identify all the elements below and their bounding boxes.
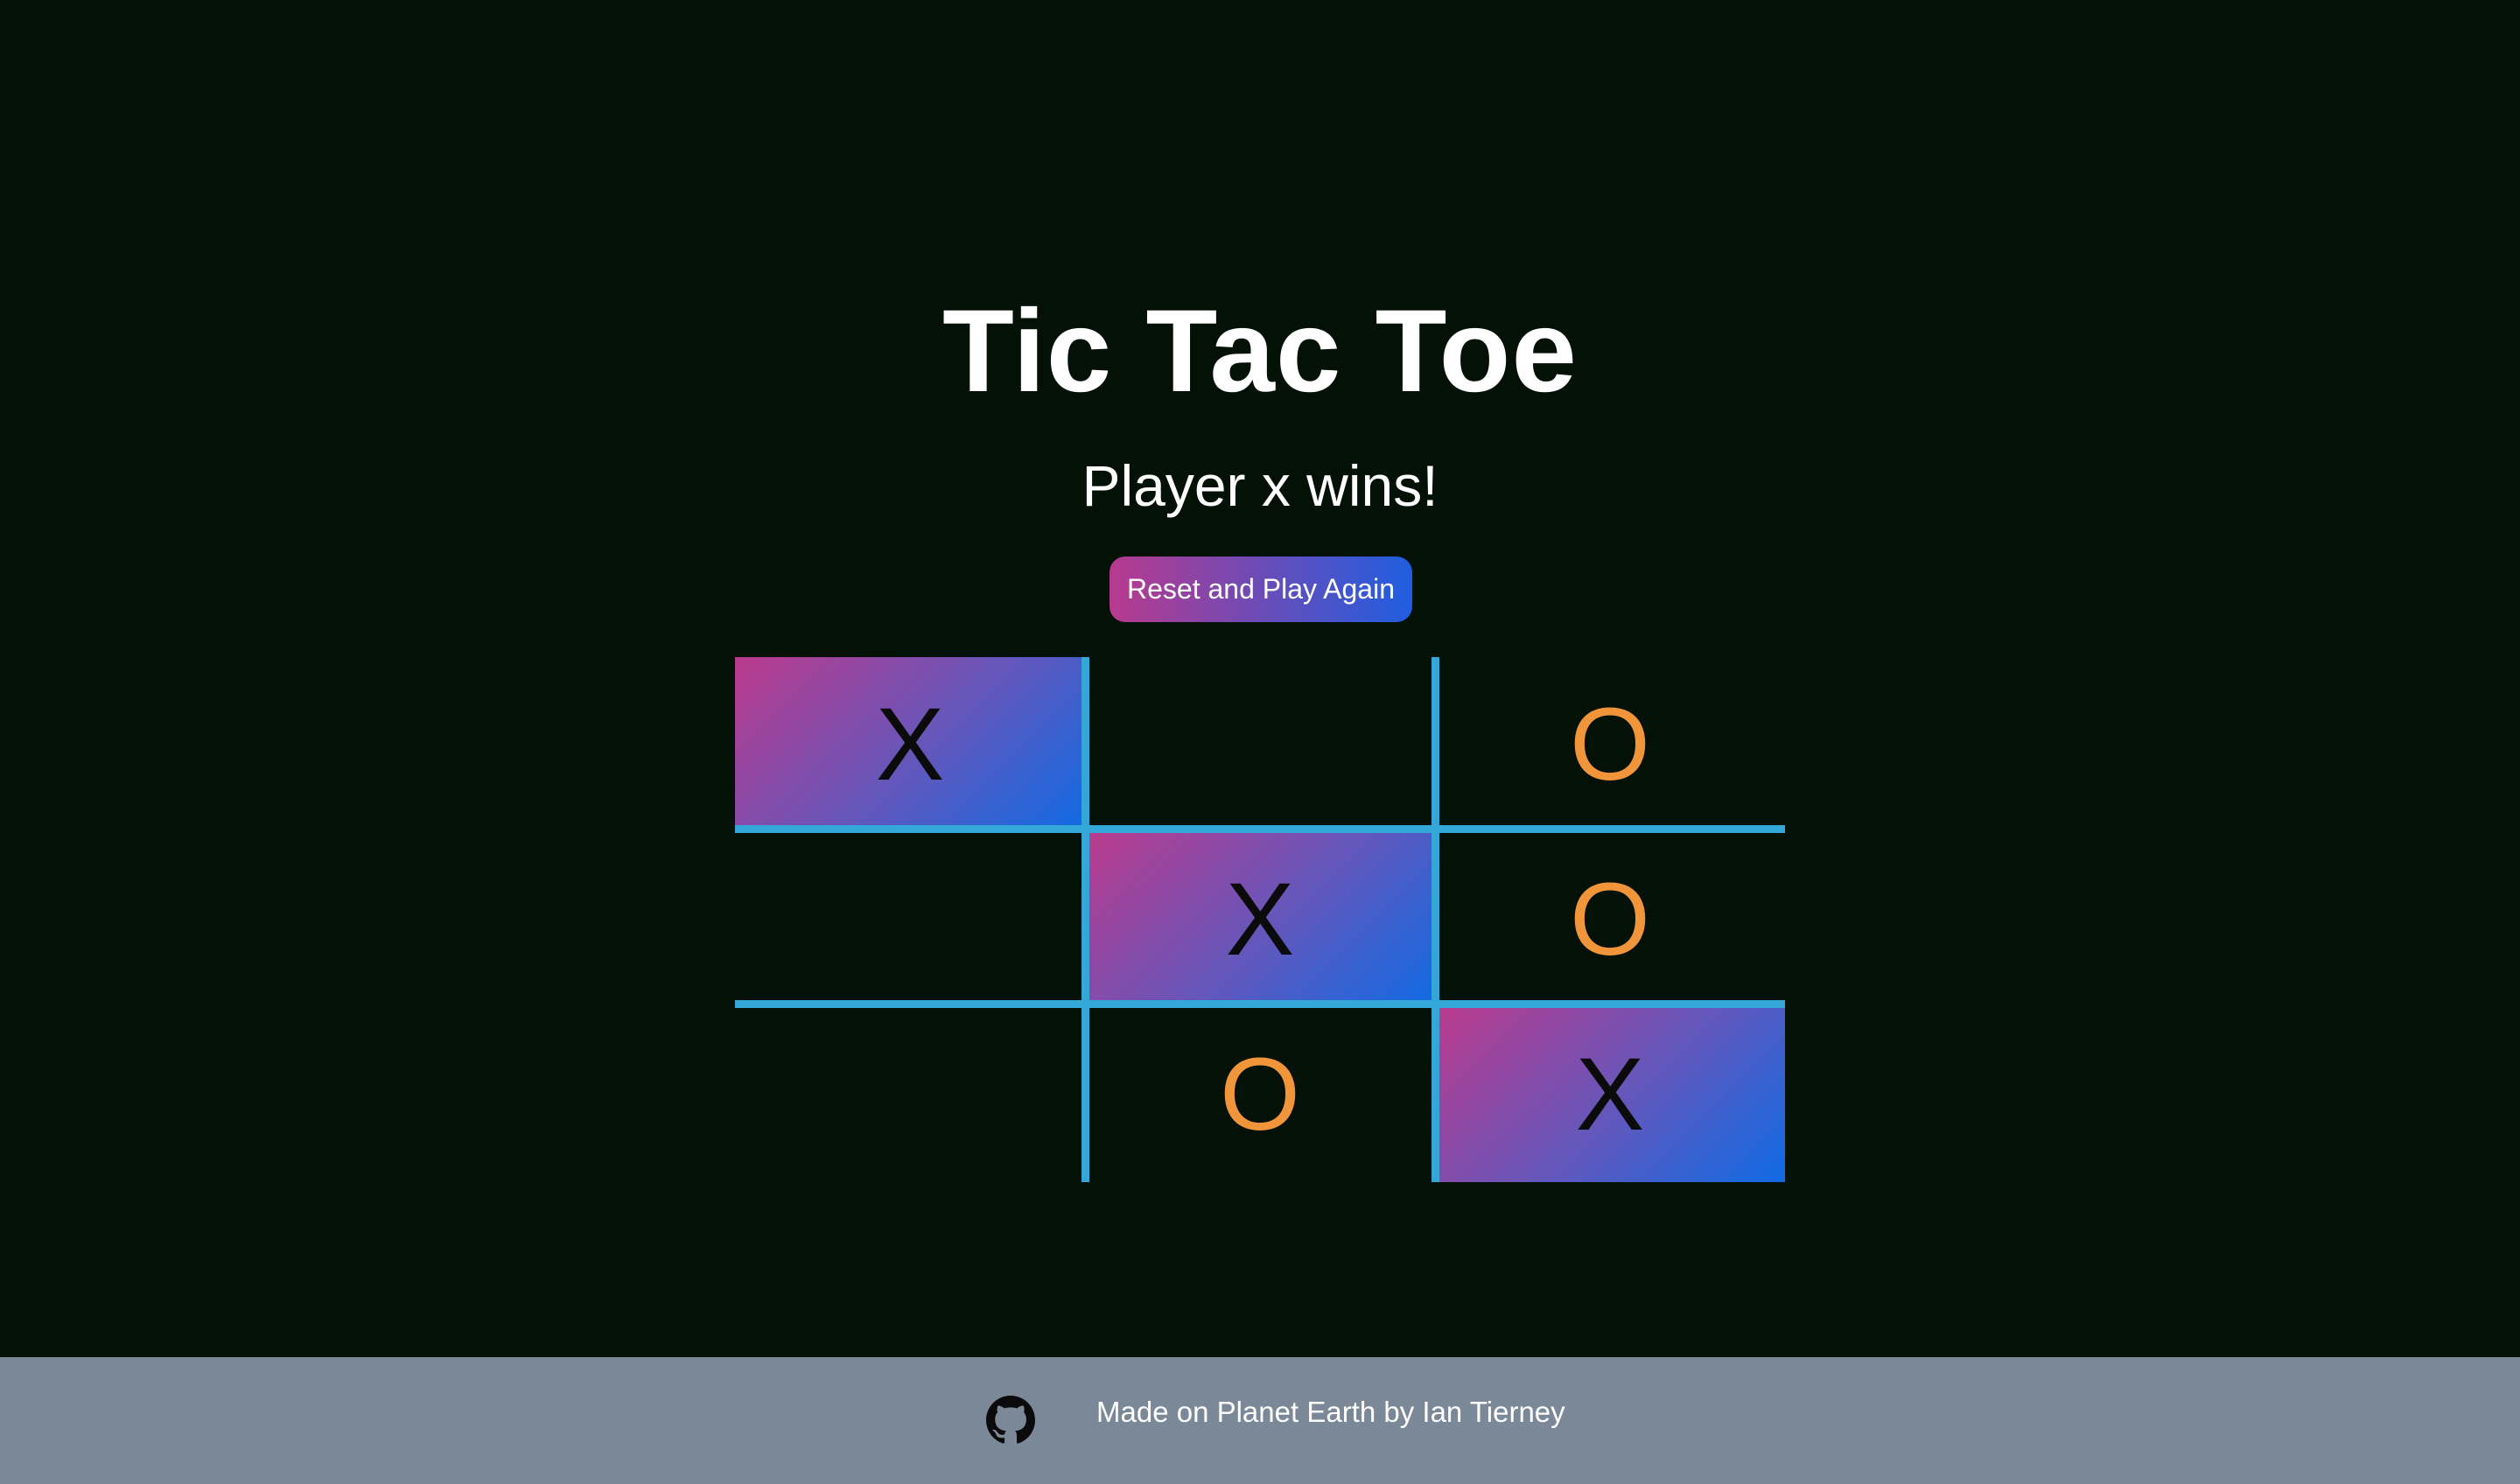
- game-board: X O X O O X: [735, 657, 1785, 1182]
- github-icon[interactable]: [986, 1396, 1035, 1445]
- cell-mark: X: [1575, 1037, 1645, 1152]
- cell-mark: O: [1570, 862, 1650, 977]
- grid-line: [735, 1000, 1785, 1008]
- grid-line: [735, 825, 1785, 833]
- grid-line: [1432, 657, 1439, 832]
- reset-button[interactable]: Reset and Play Again: [1110, 556, 1412, 622]
- board-cell-5[interactable]: X: [1085, 832, 1435, 1007]
- board-cell-1[interactable]: X: [735, 657, 1085, 832]
- grid-line: [1082, 1000, 1089, 1182]
- cell-mark: X: [1225, 862, 1295, 977]
- grid-line: [1432, 1000, 1439, 1182]
- cell-mark: O: [1220, 1037, 1300, 1152]
- board-cell-8[interactable]: O: [1085, 1007, 1435, 1182]
- board-cell-9[interactable]: X: [1435, 1007, 1785, 1182]
- board-cell-3[interactable]: O: [1435, 657, 1785, 832]
- board-cell-2[interactable]: [1085, 657, 1435, 832]
- page-title: Tic Tac Toe: [942, 286, 1578, 416]
- grid-line: [1432, 825, 1439, 1007]
- cell-mark: X: [875, 687, 945, 802]
- footer-credit: Made on Planet Earth by Ian Tierney: [1096, 1396, 1565, 1428]
- board-cell-6[interactable]: O: [1435, 832, 1785, 1007]
- grid-line: [1082, 825, 1089, 1007]
- grid-line: [1082, 657, 1089, 832]
- board-cell-4[interactable]: [735, 832, 1085, 1007]
- board-cell-7[interactable]: [735, 1007, 1085, 1182]
- cell-mark: O: [1570, 687, 1650, 802]
- game-status: Player x wins!: [1082, 453, 1438, 518]
